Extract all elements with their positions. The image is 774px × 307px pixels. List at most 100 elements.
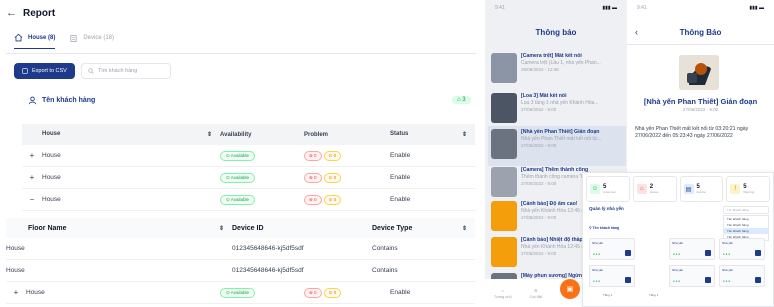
detail-date: 27/06/2022 - 9:00 bbox=[682, 107, 719, 112]
col-device-type[interactable]: Device Type ⇕ bbox=[372, 225, 475, 232]
col-device-type-label: Device Type bbox=[372, 224, 413, 232]
tab-house[interactable]: House (8) bbox=[14, 33, 56, 49]
scan-button[interactable]: ▣ bbox=[559, 279, 580, 299]
dashboard-search-input[interactable]: Tìm khách hàng bbox=[723, 206, 769, 214]
expand-button[interactable]: + bbox=[6, 288, 26, 297]
open-icon[interactable] bbox=[755, 250, 761, 256]
expand-button[interactable]: + bbox=[22, 151, 42, 160]
open-icon[interactable] bbox=[625, 250, 631, 256]
error-badge: ⊗ 0 bbox=[304, 150, 322, 161]
user-icon bbox=[28, 96, 37, 105]
stat-label: Customer bbox=[603, 190, 617, 194]
house-card[interactable]: Nhà yến ● ● ● bbox=[669, 238, 715, 260]
status-cell: Enable bbox=[390, 196, 411, 203]
house-table: House ⇕ Availability Problem Status ⇕ + Ho… bbox=[22, 124, 475, 211]
stat-text: 2 House bbox=[650, 184, 659, 194]
sort-icon[interactable]: ⇕ bbox=[462, 225, 467, 232]
report-header: ← Report bbox=[6, 7, 55, 19]
report-toolbar: Export to CSV Tìm khách hàng bbox=[14, 63, 171, 79]
notification-title: [Camera trệt] Mất kết nối bbox=[521, 53, 582, 59]
table-row[interactable]: + House ⊙ Available ⊗ 0 ⊙ 0 Enable bbox=[22, 167, 475, 189]
error-count: 0 bbox=[314, 289, 317, 295]
floor-cell: House bbox=[6, 267, 25, 274]
stat-card-device[interactable]: ▤ 5 Device bbox=[679, 176, 724, 202]
dashboard-title: Quản lý nhà yến bbox=[589, 206, 624, 211]
device-subtable: Floor Name ⇕ Device ID Device Type ⇕ House… bbox=[6, 218, 475, 304]
customer-search-input[interactable]: Tìm khách hàng bbox=[80, 63, 171, 79]
nav-home[interactable]: ⌂ Trang chủ bbox=[494, 288, 512, 299]
detail-headline: [Nhà yến Phan Thiết] Gián đoạn bbox=[643, 97, 758, 106]
sort-icon[interactable]: ⇕ bbox=[207, 131, 212, 138]
stat-card-house[interactable]: ⌂ 2 House bbox=[632, 176, 677, 202]
notification-item[interactable]: [Loa 3] Mất kết nối Loa 3 tầng 1 nhà yến… bbox=[488, 90, 626, 130]
device-row[interactable]: House 012345648646-kj5df5sdf Contains bbox=[6, 260, 475, 282]
stat-label: Warning bbox=[743, 190, 755, 194]
col-floor-name[interactable]: Floor Name ⇕ bbox=[6, 225, 232, 232]
open-icon[interactable] bbox=[755, 277, 761, 283]
customer-name-row[interactable]: Tên khách hàng bbox=[28, 96, 95, 105]
notification-title: [Loa 3] Mất kết nối bbox=[521, 93, 567, 99]
col-status[interactable]: Status ⇕ bbox=[390, 131, 475, 138]
sensor-icons: ● ● ● bbox=[593, 279, 601, 283]
house-card[interactable]: Nhà yến ● ● ● bbox=[669, 265, 715, 287]
table-row[interactable]: − House ⊙ Available ⊗ 0 ⊙ 0 Enable bbox=[22, 189, 475, 211]
screen: ← Report House (8) Device (18) Export to… bbox=[0, 0, 774, 307]
back-arrow-icon[interactable]: ← bbox=[6, 7, 17, 19]
house-card[interactable]: Nhà yến ● ● ● bbox=[719, 265, 765, 287]
notification-item[interactable]: [Camera trệt] Mất kết nối Camera trệt (L… bbox=[488, 50, 626, 90]
house-card-label: Nhà yến bbox=[722, 241, 734, 245]
stat-label: Device bbox=[696, 190, 706, 194]
col-house[interactable]: House ⇕ bbox=[42, 131, 220, 138]
available-label: Available bbox=[230, 196, 249, 202]
house-card[interactable]: Nhà yến ● ● ● bbox=[719, 238, 765, 260]
open-icon[interactable] bbox=[625, 277, 631, 283]
status-time: 9:41 bbox=[637, 5, 647, 11]
signal-battery-icon: ▮▮▮ ▬ bbox=[602, 5, 617, 11]
table-row[interactable]: + House ⊙ Available ⊗ 0 ⊙ 0 Enable bbox=[22, 145, 475, 167]
notification-time: 27/06/2022 - 9:00 bbox=[521, 106, 557, 112]
sort-icon[interactable]: ⇕ bbox=[219, 225, 224, 232]
notification-content: [Cảnh báo] Độ ẩm cao! Nhà yến Khánh Hòa … bbox=[521, 201, 584, 235]
notification-desc: Nhà yến Khánh Hòa 12:45 n bbox=[521, 244, 585, 251]
stat-card-warning[interactable]: ! 5 Warning bbox=[726, 176, 770, 202]
available-label: Available bbox=[230, 174, 249, 180]
notification-detail: 9:41 ▮▮▮ ▬ ‹ Thông Báo [Nhà yến Phan Thi… bbox=[627, 0, 774, 172]
notification-screen-title: Thông báo bbox=[535, 28, 577, 37]
stat-card-customer[interactable]: ☺ 5 Customer bbox=[586, 176, 630, 202]
dashboard-customer-label[interactable]: ⚲ Tên khách hàng bbox=[589, 226, 619, 230]
export-icon bbox=[22, 68, 28, 74]
tab-device-label: Device (18) bbox=[83, 35, 115, 41]
error-badge: ⊗ 0 bbox=[304, 194, 322, 205]
nav-settings[interactable]: ⚙ Cài đặt bbox=[529, 288, 542, 299]
warning-badge: ⊙ 0 bbox=[323, 194, 342, 205]
house-card-label: Nhà yến bbox=[592, 268, 604, 272]
tab-device[interactable]: Device (18) bbox=[69, 33, 114, 49]
status-cell: Enable bbox=[390, 174, 411, 181]
export-csv-button[interactable]: Export to CSV bbox=[14, 63, 75, 79]
house-card[interactable]: Nhà yến ● ● ● bbox=[589, 238, 635, 260]
notification-title: [Cảnh báo] Nhiệt độ thấp bbox=[521, 237, 583, 243]
device-row[interactable]: House 012345648646-kj5df5sdf Contains bbox=[6, 238, 475, 260]
house-cell: House bbox=[26, 289, 45, 296]
error-count: 0 bbox=[314, 196, 317, 202]
notification-item[interactable]: [Nhà yến Phan Thiết] Gián đoạn Nhà yến P… bbox=[488, 126, 626, 166]
availability-cell: ⊙ Available bbox=[220, 194, 304, 205]
table-row[interactable]: + House ⊙ Available ⊗ 0 ⊙ 0 Enable bbox=[6, 282, 475, 304]
open-icon[interactable] bbox=[705, 277, 711, 283]
collapse-button[interactable]: − bbox=[22, 195, 42, 204]
notification-content: [Loa 3] Mất kết nối Loa 3 tầng 1 nhà yến… bbox=[521, 93, 599, 127]
sort-icon[interactable]: ⇕ bbox=[462, 131, 467, 138]
error-count: 0 bbox=[314, 174, 317, 180]
available-badge: ⊙ Available bbox=[220, 150, 255, 161]
house-cell: House bbox=[42, 152, 61, 159]
open-icon[interactable] bbox=[705, 250, 711, 256]
customer-name-label: Tên khách hàng bbox=[42, 97, 96, 104]
expand-button[interactable]: + bbox=[22, 173, 42, 182]
device-type-cell: Contains bbox=[372, 245, 398, 252]
house-thumbnail bbox=[491, 129, 517, 159]
house-card-label: Nhà yến bbox=[722, 268, 734, 272]
col-device-id-label: Device ID bbox=[232, 224, 264, 232]
device-icon bbox=[70, 34, 77, 42]
house-card[interactable]: Nhà yến ● ● ● bbox=[589, 265, 635, 287]
error-count: 0 bbox=[314, 152, 317, 158]
